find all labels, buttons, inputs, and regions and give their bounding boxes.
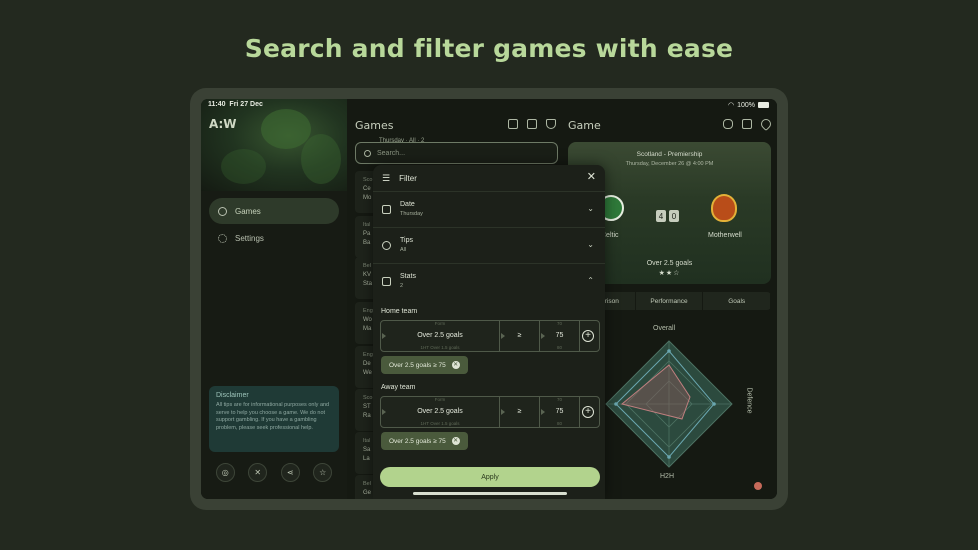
x-icon[interactable]: ✕ — [248, 463, 268, 482]
away-stat-chip[interactable]: Over 2.5 goals ≥ 75 ✕ — [381, 432, 468, 450]
search-placeholder: Search... — [377, 149, 406, 157]
filter-row-date[interactable]: Date Thursday ⌄ — [373, 192, 605, 228]
filter-row-stats[interactable]: Stats 2 ⌃ — [373, 264, 605, 300]
close-icon[interactable]: ✕ — [451, 361, 460, 369]
game-toolbar — [723, 116, 774, 132]
nav-item-settings[interactable]: Settings — [209, 225, 339, 251]
filter-header: ☰ Filter — [373, 165, 605, 192]
add-icon[interactable] — [742, 119, 752, 129]
chevron-up-icon: ⌃ — [587, 276, 594, 285]
tablet-screen: 11:40 Fri 27 Dec ◠ 100% A:W Games Settin… — [201, 99, 777, 499]
nav-hero-image — [201, 99, 347, 191]
home-stat-picker[interactable]: Form Over 2.5 goals 1HT Over 1.5 goals ≥… — [380, 320, 600, 352]
status-right: ◠ 100% — [728, 101, 769, 109]
navigation-rail: A:W Games Settings Disclaimer All tips a… — [201, 99, 347, 499]
match-score: 4 0 — [656, 210, 679, 222]
apply-button[interactable]: Apply — [380, 467, 600, 487]
close-icon[interactable]: ✕ — [451, 437, 460, 445]
home-stat-chip[interactable]: Over 2.5 goals ≥ 75 ✕ — [381, 356, 468, 374]
radar-label-h2h: H2H — [660, 473, 675, 480]
away-crest-icon — [711, 194, 737, 222]
info-icon[interactable] — [754, 482, 762, 490]
app-logo: A:W — [209, 117, 237, 131]
filter-icon[interactable] — [508, 119, 518, 129]
chevron-down-icon: ⌄ — [587, 204, 594, 213]
game-title: Game — [568, 119, 601, 132]
close-icon[interactable]: ✕ — [587, 172, 596, 183]
score-away: 0 — [669, 210, 679, 222]
gamepad-icon[interactable] — [723, 119, 733, 129]
operator-wheel[interactable]: ≥ — [500, 321, 540, 351]
dice-icon[interactable] — [527, 119, 537, 129]
battery-icon — [758, 102, 769, 108]
add-stat-button[interactable]: + — [582, 330, 594, 342]
social-links: ◎ ✕ ⋖ ☆ — [209, 463, 339, 482]
filter-row-value: 2 — [400, 283, 404, 289]
search-input[interactable]: Search... — [355, 142, 558, 164]
filter-row-title: Tips — [400, 237, 413, 244]
status-bar: 11:40 Fri 27 Dec ◠ 100% — [201, 99, 777, 111]
score-home: 4 — [656, 210, 666, 222]
heart-icon[interactable] — [758, 116, 774, 132]
radar-chart — [605, 340, 733, 468]
chip-label: Over 2.5 goals ≥ 75 — [389, 361, 446, 369]
instagram-icon[interactable]: ◎ — [215, 463, 235, 482]
page-headline: Search and filter games with ease — [244, 34, 734, 63]
nav-item-label: Settings — [235, 233, 264, 243]
away-stat-picker[interactable]: Form Over 2.5 goals 1HT Over 1.5 goals ≥… — [380, 396, 600, 428]
value-wheel[interactable]: 70 75 80 — [540, 321, 580, 351]
share-icon[interactable]: ⋖ — [280, 463, 300, 482]
match-league: Scotland - Premiership — [636, 151, 703, 158]
filter-row-title: Stats — [400, 273, 416, 280]
disclaimer-card: Disclaimer All tips are for informationa… — [209, 386, 339, 452]
filter-row-tips[interactable]: Tips All ⌄ — [373, 228, 605, 264]
nav-item-label: Games — [235, 206, 261, 216]
bar-chart-icon — [382, 277, 391, 286]
chip-label: Over 2.5 goals ≥ 75 — [389, 437, 446, 445]
radar-label-defence: Defence — [745, 387, 753, 414]
value-wheel[interactable]: 70 75 80 — [540, 397, 580, 427]
filter-row-title: Date — [400, 201, 415, 208]
chevron-down-icon: ⌄ — [587, 240, 594, 249]
tab-goals[interactable]: Goals — [703, 292, 771, 310]
operator-wheel[interactable]: ≥ — [500, 397, 540, 427]
battery-level: 100% — [737, 101, 755, 109]
football-icon — [218, 206, 227, 216]
home-indicator — [413, 492, 567, 495]
star-icon[interactable]: ☆ — [313, 463, 333, 482]
filter-row-value: All — [400, 247, 407, 253]
stat-wheel[interactable]: Form Over 2.5 goals 1HT Over 1.5 goals — [381, 321, 500, 351]
filter-sheet: ☰ Filter ✕ Date Thursday ⌄ Tips All ⌄ St… — [373, 165, 605, 499]
wifi-icon: ◠ — [727, 102, 735, 109]
shield-icon[interactable] — [546, 119, 556, 129]
tablet-frame: 11:40 Fri 27 Dec ◠ 100% A:W Games Settin… — [190, 88, 788, 510]
disclaimer-text: All tips are for informational purposes … — [216, 402, 330, 431]
search-icon — [364, 149, 371, 157]
disclaimer-title: Disclaimer — [216, 392, 249, 399]
stat-wheel[interactable]: Form Over 2.5 goals 1HT Over 1.5 goals — [381, 397, 500, 427]
status-time: 11:40 Fri 27 Dec — [208, 101, 263, 108]
calendar-icon — [382, 205, 391, 214]
radar-label-overall: Overall — [653, 325, 676, 332]
home-team-label: Home team — [381, 308, 418, 315]
games-title: Games — [355, 119, 394, 132]
nav-item-games[interactable]: Games — [209, 198, 339, 224]
gear-icon — [218, 233, 227, 243]
sliders-icon: ☰ — [382, 172, 391, 183]
tab-performance[interactable]: Performance — [636, 292, 704, 310]
add-stat-button[interactable]: + — [582, 406, 594, 418]
away-team-label: Away team — [381, 384, 416, 391]
away-team-name: Motherwell — [708, 232, 742, 239]
games-toolbar — [508, 119, 556, 129]
lightbulb-icon — [382, 241, 391, 250]
filter-title: Filter — [399, 173, 417, 183]
filter-row-value: Thursday — [400, 211, 423, 217]
